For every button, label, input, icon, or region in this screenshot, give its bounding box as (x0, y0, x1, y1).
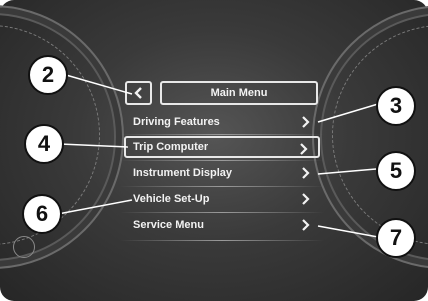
callout-number: 4 (37, 131, 51, 156)
chevron-right-icon (302, 219, 310, 231)
menu-item-service-menu[interactable]: Service Menu (124, 214, 320, 236)
callout-number: 2 (41, 62, 55, 87)
callout-number: 5 (389, 158, 403, 183)
callout-6: 6 (22, 194, 62, 234)
menu-item-vehicle-set-up[interactable]: Vehicle Set-Up (124, 188, 320, 210)
callout-5: 5 (376, 151, 416, 191)
chevron-right-icon (302, 193, 310, 205)
callout-7: 7 (376, 218, 416, 258)
menu-divider (120, 240, 324, 241)
callout-number: 6 (35, 201, 49, 226)
callout-number: 3 (389, 93, 403, 118)
menu-divider (120, 186, 324, 187)
menu-divider (120, 212, 324, 213)
chevron-right-icon (302, 167, 310, 179)
callout-number: 7 (389, 225, 403, 250)
cluster-emblem-icon (13, 236, 35, 258)
callout-2: 2 (28, 55, 68, 95)
menu-item-label: Service Menu (133, 219, 204, 231)
menu-item-instrument-display[interactable]: Instrument Display (124, 162, 320, 184)
chevron-right-icon (302, 116, 310, 128)
menu-item-label: Vehicle Set-Up (133, 193, 210, 205)
menu-item-label: Instrument Display (133, 167, 233, 179)
instrument-cluster-diagram: Main Menu Driving Features Trip Computer… (0, 0, 428, 301)
chevron-right-icon (300, 143, 308, 155)
callout-4: 4 (24, 124, 64, 164)
callout-3: 3 (376, 86, 416, 126)
